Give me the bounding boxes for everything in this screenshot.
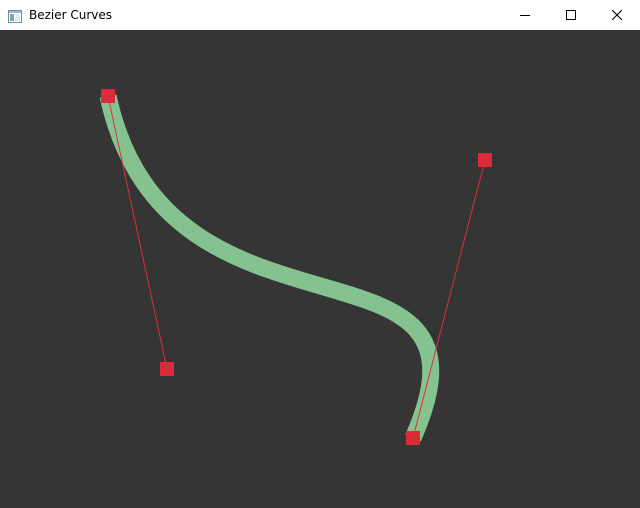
app-window: Bezier Curves	[0, 0, 640, 508]
minimize-icon	[520, 15, 530, 16]
control-point-end[interactable]	[406, 431, 420, 445]
window-title: Bezier Curves	[29, 8, 113, 22]
title-bar[interactable]: Bezier Curves	[0, 0, 640, 30]
minimize-button[interactable]	[502, 0, 548, 30]
drawing-canvas[interactable]	[0, 30, 640, 508]
control-point-handle-1[interactable]	[160, 362, 174, 376]
close-icon	[612, 10, 622, 20]
control-point-start[interactable]	[101, 89, 115, 103]
control-point-handle-2[interactable]	[478, 153, 492, 167]
close-button[interactable]	[594, 0, 640, 30]
app-window-icon[interactable]	[8, 8, 22, 23]
canvas-background	[0, 30, 640, 508]
maximize-button[interactable]	[548, 0, 594, 30]
maximize-icon	[566, 10, 576, 20]
